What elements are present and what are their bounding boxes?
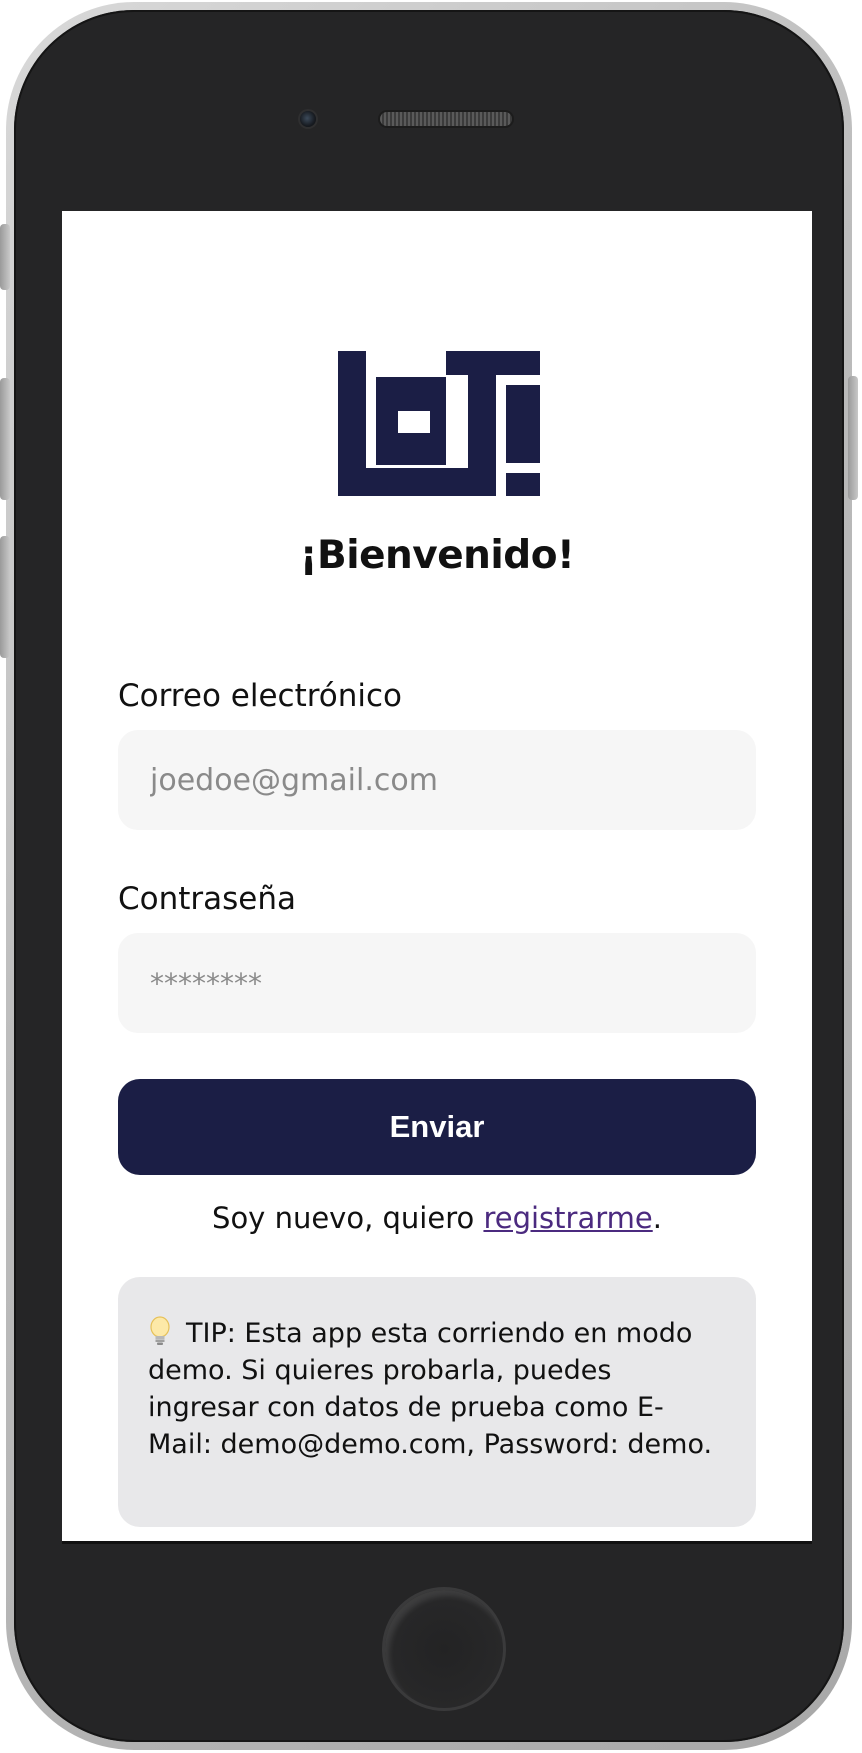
volume-up-button [0,378,10,500]
loti-logo [338,351,540,496]
email-field[interactable] [118,730,756,830]
register-prefix: Soy nuevo, quiero [212,1201,484,1235]
welcome-title: ¡Bienvenido! [299,533,575,578]
app-screen: ¡Bienvenido! Correo electrónico Contrase… [62,211,812,1544]
phone-frame: ¡Bienvenido! Correo electrónico Contrase… [0,2,858,1750]
register-suffix: . [652,1201,662,1235]
front-camera-icon [300,111,316,127]
demo-tip-box: TIP: Esta app esta corriendo en modo dem… [118,1277,756,1527]
power-button [848,376,858,500]
lightbulb-icon [150,1316,170,1345]
earpiece-speaker [380,112,512,126]
silent-switch [0,224,10,290]
register-link[interactable]: registrarme [483,1201,652,1235]
register-prompt: Soy nuevo, quiero registrarme. [62,1201,812,1235]
home-button[interactable] [382,1587,506,1711]
tip-text: TIP: Esta app esta corriendo en modo dem… [148,1318,713,1460]
submit-button[interactable]: Enviar [118,1079,756,1175]
email-label: Correo electrónico [118,678,403,714]
password-field[interactable] [118,933,756,1033]
volume-down-button [0,536,10,658]
password-label: Contraseña [118,881,297,917]
